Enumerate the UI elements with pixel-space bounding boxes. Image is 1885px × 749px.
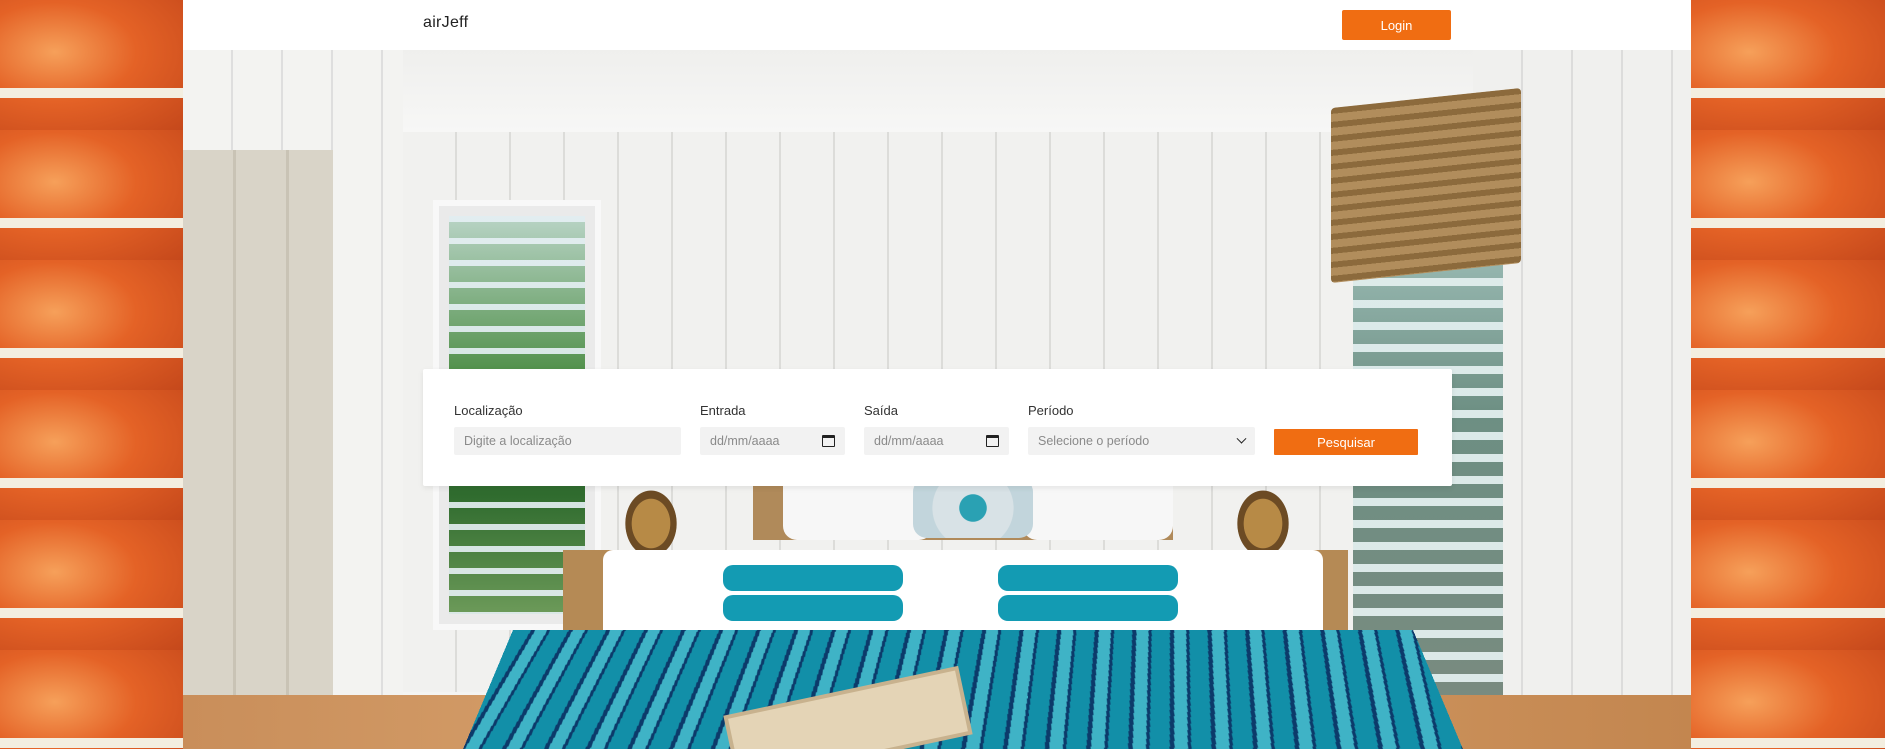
top-navbar: airJeff Login: [183, 0, 1691, 50]
brick-wall-background-left: [0, 0, 183, 749]
login-button[interactable]: Login: [1342, 10, 1451, 40]
brick-wall-background-right: [1691, 0, 1885, 749]
location-input[interactable]: Digite a localização: [454, 427, 681, 455]
checkin-field: Entrada dd/mm/aaaa: [700, 403, 845, 455]
hero-lamp-right: [1233, 485, 1293, 555]
period-select[interactable]: Selecione o período: [1028, 427, 1255, 455]
checkout-field: Saída dd/mm/aaaa: [864, 403, 1009, 455]
location-label: Localização: [454, 403, 523, 418]
checkin-label: Entrada: [700, 403, 746, 418]
hero-towel: [998, 595, 1178, 621]
checkout-placeholder: dd/mm/aaaa: [874, 434, 944, 448]
period-field: Período Selecione o período: [1028, 403, 1255, 455]
hero-towel: [723, 595, 903, 621]
site-container: airJeff Login Localização Digite a local…: [183, 0, 1691, 749]
hero-bamboo-blind: [1331, 88, 1521, 283]
hero-towel: [723, 565, 903, 591]
checkin-placeholder: dd/mm/aaaa: [710, 434, 780, 448]
search-button[interactable]: Pesquisar: [1274, 429, 1418, 455]
hero-towel: [998, 565, 1178, 591]
calendar-icon[interactable]: [822, 435, 835, 447]
calendar-icon[interactable]: [986, 435, 999, 447]
hero-closet-door: [183, 150, 333, 749]
location-field: Localização Digite a localização: [454, 403, 681, 455]
period-selected-value: Selecione o período: [1038, 434, 1150, 448]
brand-logo[interactable]: airJeff: [423, 14, 468, 32]
checkout-label: Saída: [864, 403, 898, 418]
search-form-card: Localização Digite a localização Entrada…: [423, 369, 1452, 486]
hero-decorative-pillow: [913, 478, 1033, 538]
period-label: Período: [1028, 403, 1074, 418]
checkout-date-input[interactable]: dd/mm/aaaa: [864, 427, 1009, 455]
checkin-date-input[interactable]: dd/mm/aaaa: [700, 427, 845, 455]
chevron-down-icon: [1236, 433, 1247, 444]
hero-lamp-left: [621, 485, 681, 555]
